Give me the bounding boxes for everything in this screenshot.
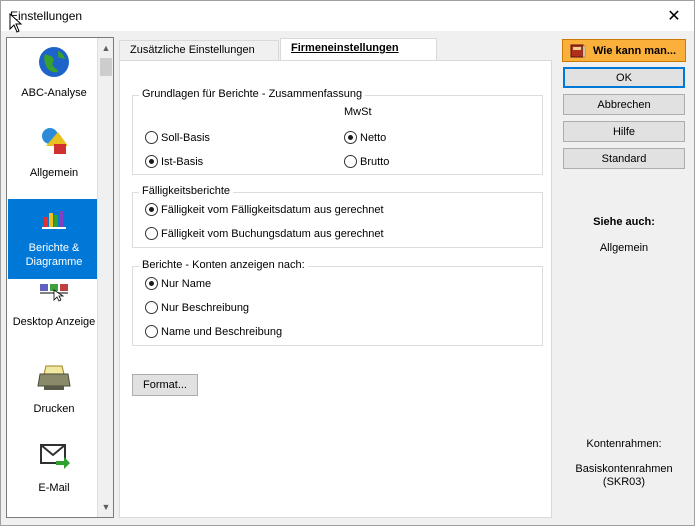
email-icon: [40, 444, 70, 469]
category-berichte-diagramme[interactable]: Berichte & Diagramme: [8, 199, 100, 279]
button-label: Abbrechen: [597, 98, 651, 111]
group-legend: Fälligkeitsberichte: [139, 185, 234, 197]
group-legend: Grundlagen für Berichte - Zusammenfassun…: [139, 88, 366, 100]
radio-brutto[interactable]: Brutto: [344, 155, 389, 168]
scroll-down-icon[interactable]: ▼: [98, 499, 114, 515]
standard-button[interactable]: Standard: [563, 148, 685, 169]
radio-label: Fälligkeit vom Fälligkeitsdatum aus gere…: [161, 203, 384, 216]
category-label: E-Mail: [38, 482, 70, 494]
help-button[interactable]: Hilfe: [563, 121, 685, 142]
tab-firmeneinstellungen[interactable]: Firmeneinstellungen: [280, 38, 437, 61]
radio-label: Netto: [360, 131, 387, 144]
category-label: ABC-Analyse: [21, 87, 87, 99]
radio-circle: [145, 131, 158, 144]
button-label: Standard: [601, 152, 647, 165]
category-email[interactable]: E-Mail: [8, 435, 100, 511]
category-label: Desktop Anzeige: [12, 316, 96, 328]
settings-dialog: Einstellungen ✕ ABC-Analyse Allgemein Be…: [0, 0, 695, 526]
radio-circle: [145, 203, 158, 216]
tab-label: Zusätzliche Einstellungen: [130, 44, 255, 56]
ok-button[interactable]: OK: [563, 67, 685, 88]
chart-of-accounts-label: Kontenrahmen:: [586, 438, 662, 450]
radio-name-and-description[interactable]: Name und Beschreibung: [145, 325, 282, 338]
category-list[interactable]: ABC-Analyse Allgemein Berichte & Diagram…: [6, 37, 114, 518]
category-desktop-anzeige[interactable]: Desktop Anzeige: [8, 282, 100, 334]
radio-circle: [145, 325, 158, 338]
radio-circle: [344, 131, 357, 144]
see-also-link[interactable]: Allgemein: [563, 242, 685, 254]
tab-label: Firmeneinstellungen: [291, 42, 399, 54]
button-label: Wie kann man...: [593, 44, 677, 57]
category-scrollbar[interactable]: ▲ ▼: [97, 38, 113, 517]
button-label: Hilfe: [612, 125, 635, 138]
radio-label: Brutto: [360, 155, 390, 168]
category-allgemein[interactable]: Allgemein: [8, 120, 100, 196]
close-icon[interactable]: ✕: [654, 1, 694, 31]
radio-circle: [145, 227, 158, 240]
desktop-icon: [40, 284, 68, 302]
cancel-button[interactable]: Abbrechen: [563, 94, 685, 115]
category-label: Drucken: [33, 403, 75, 415]
category-label: Berichte &: [28, 242, 80, 254]
printer-icon: [37, 365, 71, 390]
bar-chart-icon: [42, 211, 66, 229]
scroll-up-icon[interactable]: ▲: [98, 40, 114, 56]
format-button[interactable]: Format...: [132, 374, 198, 396]
radio-label: Nur Beschreibung: [161, 301, 250, 314]
radio-description-only[interactable]: Nur Beschreibung: [145, 301, 249, 314]
radio-due-from-posting-date[interactable]: Fälligkeit vom Buchungsdatum aus gerechn…: [145, 227, 384, 240]
mwst-label: MwSt: [344, 106, 372, 118]
scroll-thumb[interactable]: [100, 58, 112, 76]
radio-circle: [344, 155, 357, 168]
radio-label: Ist-Basis: [161, 155, 204, 168]
radio-netto[interactable]: Netto: [344, 131, 386, 144]
globe-icon: [39, 47, 69, 77]
due-reports-group: Fälligkeitsberichte Fälligkeit vom Fälli…: [132, 185, 543, 248]
shapes-icon: [42, 128, 68, 154]
radio-ist-basis[interactable]: Ist-Basis: [145, 155, 203, 168]
button-label: Format...: [142, 379, 187, 391]
category-label: Diagramme: [25, 256, 83, 268]
book-icon: [570, 44, 586, 57]
accounts-display-group: Berichte - Konten anzeigen nach: Nur Nam…: [132, 259, 543, 346]
title-bar: Einstellungen ✕: [1, 1, 694, 31]
radio-label: Name und Beschreibung: [161, 325, 283, 338]
radio-name-only[interactable]: Nur Name: [145, 277, 211, 290]
category-label: Allgemein: [29, 167, 79, 179]
radio-circle: [145, 155, 158, 168]
radio-label: Fälligkeit vom Buchungsdatum aus gerechn…: [161, 227, 384, 240]
category-drucken[interactable]: Drucken: [8, 356, 100, 432]
mouse-cursor-icon: [9, 13, 23, 33]
category-abc-analyse[interactable]: ABC-Analyse: [8, 40, 100, 116]
button-label: OK: [616, 71, 632, 84]
chart-of-accounts-value: Basiskontenrahmen: [575, 463, 673, 475]
radio-due-from-due-date[interactable]: Fälligkeit vom Fälligkeitsdatum aus gere…: [145, 203, 384, 216]
radio-circle: [145, 301, 158, 314]
tab-panel: Grundlagen für Berichte - Zusammenfassun…: [119, 60, 552, 518]
see-also-heading: Siehe auch:: [593, 216, 655, 228]
radio-soll-basis[interactable]: Soll-Basis: [145, 131, 210, 144]
group-legend: Berichte - Konten anzeigen nach:: [139, 259, 308, 271]
tab-zusaetzliche-einstellungen[interactable]: Zusätzliche Einstellungen: [119, 40, 279, 60]
radio-label: Nur Name: [161, 277, 212, 290]
how-to-button[interactable]: Wie kann man...: [562, 39, 686, 62]
radio-label: Soll-Basis: [161, 131, 210, 144]
chart-of-accounts-code: (SKR03): [602, 476, 646, 488]
radio-circle: [145, 277, 158, 290]
summary-basis-group: Grundlagen für Berichte - Zusammenfassun…: [132, 88, 543, 175]
